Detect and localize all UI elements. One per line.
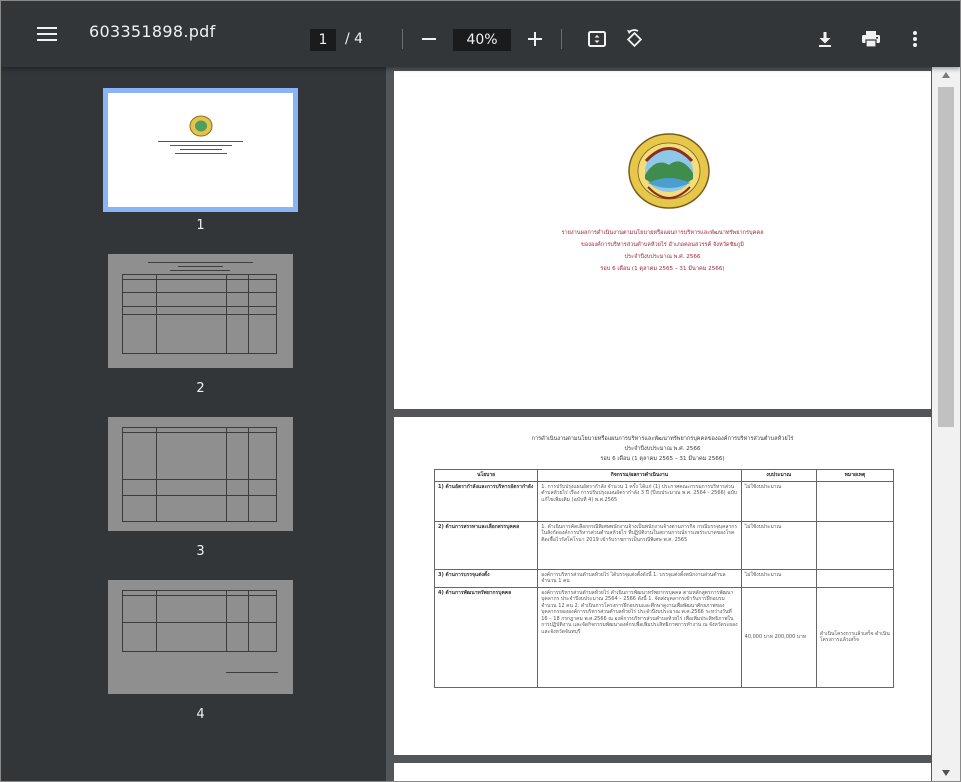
table-row: 4) ด้านการพัฒนาทรัพยากรบุคคล องค์การบริห… [433,586,895,688]
thumbnail-page-image [108,254,293,368]
rotate-icon [626,29,643,48]
activity-cell: 1. การปรับปรุงแผนอัตรากำลัง จำนวน 1 ครั้… [537,480,742,522]
print-button[interactable] [853,21,889,57]
thumbnail-page-1[interactable]: 1 [103,88,298,238]
seal-logo-icon [189,115,213,137]
thumbnail-page-4[interactable]: 4 [108,580,293,730]
zoom-out-button[interactable] [411,21,447,57]
toolbar-divider [561,29,562,49]
thumbnail-sidebar: 1 2 3 4 [1,67,386,781]
thumbnail-label: 3 [196,544,205,559]
toolbar-divider [402,29,403,49]
budget-cell: ไม่ใช้งบประมาณ [740,568,817,588]
thumbnail-page-image [108,580,293,694]
download-icon [819,32,831,47]
scroll-down-arrow-icon[interactable] [932,765,960,781]
table-row: 2) ด้านการสรรหาและเลือกสรรบุคคล 1. ดำเนิ… [433,520,895,570]
note-cell [815,568,895,588]
document-page-1: รายงานผลการดำเนินงานตามนโยบายหรือแผนการบ… [394,71,931,409]
report-title-line: ประจำปีงบประมาณ พ.ศ. 2566 [624,254,701,260]
budget-cell: 40,000 บาท 200,000 บาท [740,586,817,688]
scrollbar-thumb[interactable] [938,87,954,427]
table-header-row: นโยบาย กิจกรรม/ผลการดำเนินงาน งบประมาณ ห… [433,469,895,482]
report-table: นโยบาย กิจกรรม/ผลการดำเนินงาน งบประมาณ ห… [433,469,895,688]
more-actions-button[interactable] [897,21,933,57]
report-title-line: ขององค์การบริหารส่วนตำบลห้วยไร่ อำเภอคอน… [581,242,744,248]
column-header: งบประมาณ [740,469,817,482]
toolbar: 603351898.pdf / 4 [1,1,960,67]
zoom-in-button[interactable] [517,21,553,57]
budget-cell: ไม่ใช้งบประมาณ [740,520,817,570]
activity-cell: องค์การบริหารส่วนตำบลห้วยไร่ ดำเนินการพั… [537,586,742,688]
organization-seal-icon [628,133,710,209]
vertical-scrollbar[interactable] [932,67,960,781]
thumbnail-page-2[interactable]: 2 [108,254,293,404]
file-title: 603351898.pdf [89,22,216,41]
more-vertical-icon [913,31,917,47]
thumbnail-page-image [108,417,293,531]
note-cell [815,520,895,570]
policy-cell: 1) ด้านอัตรากำลังและการบริหารอัตรากำลัง [433,480,539,522]
print-icon [862,31,880,48]
policy-cell: 2) ด้านการสรรหาและเลือกสรรบุคคล [433,520,539,570]
rotate-button[interactable] [616,21,652,57]
column-header: นโยบาย [433,469,539,482]
table-row: 3) ด้านการบรรจุแต่งตั้ง องค์การบริหารส่ว… [433,568,895,588]
document-viewer[interactable]: รายงานผลการดำเนินงานตามนโยบายหรือแผนการบ… [386,67,932,781]
page-total: / 4 [345,31,364,47]
document-page-2: การดำเนินงานตามนโยบายหรือแผนการบริหารและ… [394,417,931,755]
budget-cell: ไม่ใช้งบประมาณ [740,480,817,522]
table-heading-line: รอบ 6 เดือน (1 ตุลาคม 2565 – 31 มีนาคม 2… [600,456,725,462]
table-heading-line: ประจำปีงบประมาณ พ.ศ. 2566 [624,446,701,452]
minus-icon [422,38,436,40]
hamburger-menu-icon[interactable] [33,23,63,45]
pdf-viewer-window: 603351898.pdf / 4 [0,0,961,782]
scroll-up-arrow-icon[interactable] [932,67,960,83]
table-heading-line: การดำเนินงานตามนโยบายหรือแผนการบริหารและ… [531,436,794,442]
thumbnail-page-image [108,93,293,207]
document-page-3 [394,763,931,781]
fit-to-page-icon [588,31,606,47]
note-cell [815,480,895,522]
policy-cell: 4) ด้านการพัฒนาทรัพยากรบุคคล [433,586,539,688]
plus-icon [528,32,542,46]
thumbnail-page-3[interactable]: 3 [108,417,293,567]
fit-to-page-button[interactable] [579,21,615,57]
thumbnail-label: 1 [196,218,205,233]
zoom-input[interactable] [453,29,511,51]
thumbnail-label: 2 [196,381,205,396]
column-header: หมายเหตุ [815,469,895,482]
report-title-line: รายงานผลการดำเนินงานตามนโยบายหรือแผนการบ… [561,230,764,236]
activity-cell: องค์การบริหารส่วนตำบลห้วยไร่ ได้บรรจุแต่… [537,568,742,588]
report-title-line: รอบ 6 เดือน (1 ตุลาคม 2565 – 31 มีนาคม 2… [600,266,725,272]
column-header: กิจกรรม/ผลการดำเนินงาน [537,469,742,482]
table-row: 1) ด้านอัตรากำลังและการบริหารอัตรากำลัง … [433,480,895,522]
download-button[interactable] [807,21,843,57]
page-number-input[interactable] [310,29,336,51]
policy-cell: 3) ด้านการบรรจุแต่งตั้ง [433,568,539,588]
note-cell: ดำเนินโครงการแล้วเสร็จ ดำเนินโครงการแล้ว… [815,586,895,688]
activity-cell: 1. ดำเนินการคัดเลือกกรณีพิเศษพนักงานจ้าง… [537,520,742,570]
thumbnail-label: 4 [196,707,205,722]
